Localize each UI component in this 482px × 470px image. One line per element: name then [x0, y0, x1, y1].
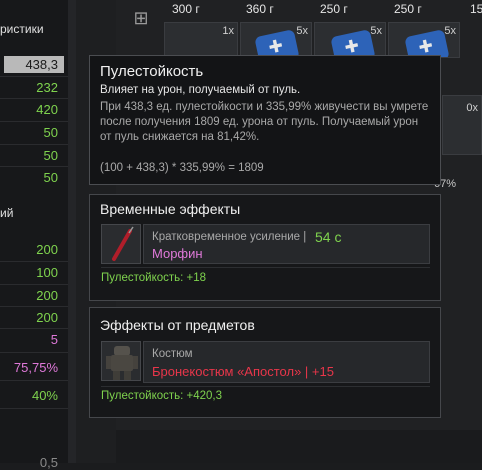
effect-name: Морфин [152, 246, 203, 261]
effect-item-name: Бронекостюм «Апостол» | +15 [152, 364, 334, 379]
stat-value: 200 [36, 288, 58, 303]
row-divider [0, 328, 68, 329]
row-divider [0, 98, 68, 99]
stats-panel: ристики 438,3 232 420 50 50 50 ий 200 10… [0, 0, 68, 470]
effect-duration: 54 с [315, 229, 342, 245]
panel-divider [68, 0, 76, 463]
item-effects-card: Эффекты от предметов Костюм Бронекостюм … [89, 307, 441, 418]
medkit-icon [404, 29, 450, 57]
bullet-resistance-tooltip: Пулестойкость Влияет на урон, получаемый… [89, 55, 441, 185]
tooltip-title: Пулестойкость [100, 63, 204, 80]
row-divider [0, 76, 68, 77]
item-effect-entry[interactable]: Костюм Бронекостюм «Апостол» | +15 [143, 341, 430, 383]
inventory-slot[interactable]: 5x [314, 22, 386, 58]
item-price: 300 г [172, 2, 200, 16]
inventory-slot[interactable]: 5x [240, 22, 312, 58]
medkit-icon [254, 29, 300, 57]
inventory-slot[interactable]: 1x [164, 22, 238, 58]
row-divider [0, 380, 68, 381]
temporary-effects-title: Временные эффекты [100, 201, 241, 217]
stat-value: 232 [36, 80, 58, 95]
stat-value: 100 [36, 265, 58, 280]
item-price: 360 г [246, 2, 274, 16]
item-price: 250 г [320, 2, 348, 16]
row-divider [0, 121, 68, 122]
item-quantity: 5x [444, 25, 456, 37]
tooltip-formula: (100 + 438,3) * 335,99% = 1809 [100, 162, 264, 174]
row-divider [0, 408, 68, 409]
effect-bonus: Пулестойкость: +18 [101, 272, 207, 284]
armor-suit-icon [101, 341, 141, 381]
item-quantity: 1x [222, 25, 234, 37]
stat-value-bullet-resistance[interactable]: 438,3 [4, 56, 64, 73]
stat-value: 200 [36, 242, 58, 257]
row-divider [0, 166, 68, 167]
effect-category: Костюм [152, 348, 193, 360]
bottom-strip [116, 430, 482, 463]
item-quantity: 5x [370, 25, 382, 37]
stat-value: 50 [43, 148, 58, 163]
item-price: 15 [470, 2, 482, 16]
stat-value: 75,75% [13, 360, 58, 375]
effect-category: Кратковременное усиление | [152, 231, 307, 243]
inventory-slot[interactable]: 0x [442, 95, 482, 155]
card-separator [101, 386, 430, 387]
tooltip-description: При 438,3 ед. пулестойкости и 335,99% жи… [100, 101, 429, 143]
item-quantity: 5x [296, 25, 308, 37]
inventory-slot[interactable]: 5x [388, 22, 460, 58]
effect-bonus: Пулестойкость: +420,3 [101, 390, 223, 402]
stat-value: 5 [50, 332, 58, 347]
item-quantity: 0x [466, 102, 478, 114]
item-effects-title: Эффекты от предметов [100, 317, 255, 333]
stats-subheader: ий [0, 206, 14, 220]
temporary-effects-card: Временные эффекты Кратковременное усилен… [89, 194, 441, 301]
tooltip-subtitle: Влияет на урон, получаемый от пуль. [100, 84, 301, 96]
row-divider [0, 144, 68, 145]
stat-value: 200 [36, 310, 58, 325]
row-divider [0, 261, 68, 262]
stat-value: 50 [43, 170, 58, 185]
stat-value: 40% [31, 388, 58, 403]
temporary-effect-entry[interactable]: Кратковременное усиление | 54 с Морфин [143, 224, 430, 264]
stat-value: 420 [36, 102, 58, 117]
item-price: 250 г [394, 2, 422, 16]
row-divider [0, 284, 68, 285]
stats-header: ристики [0, 22, 44, 36]
medkit-icon [330, 29, 376, 57]
first-aid-icon[interactable]: ⊞ [124, 3, 158, 33]
card-separator [101, 267, 430, 268]
row-divider [0, 306, 68, 307]
morphine-syringe-icon [101, 224, 141, 264]
stat-value: 50 [43, 125, 58, 140]
row-divider [0, 352, 68, 353]
